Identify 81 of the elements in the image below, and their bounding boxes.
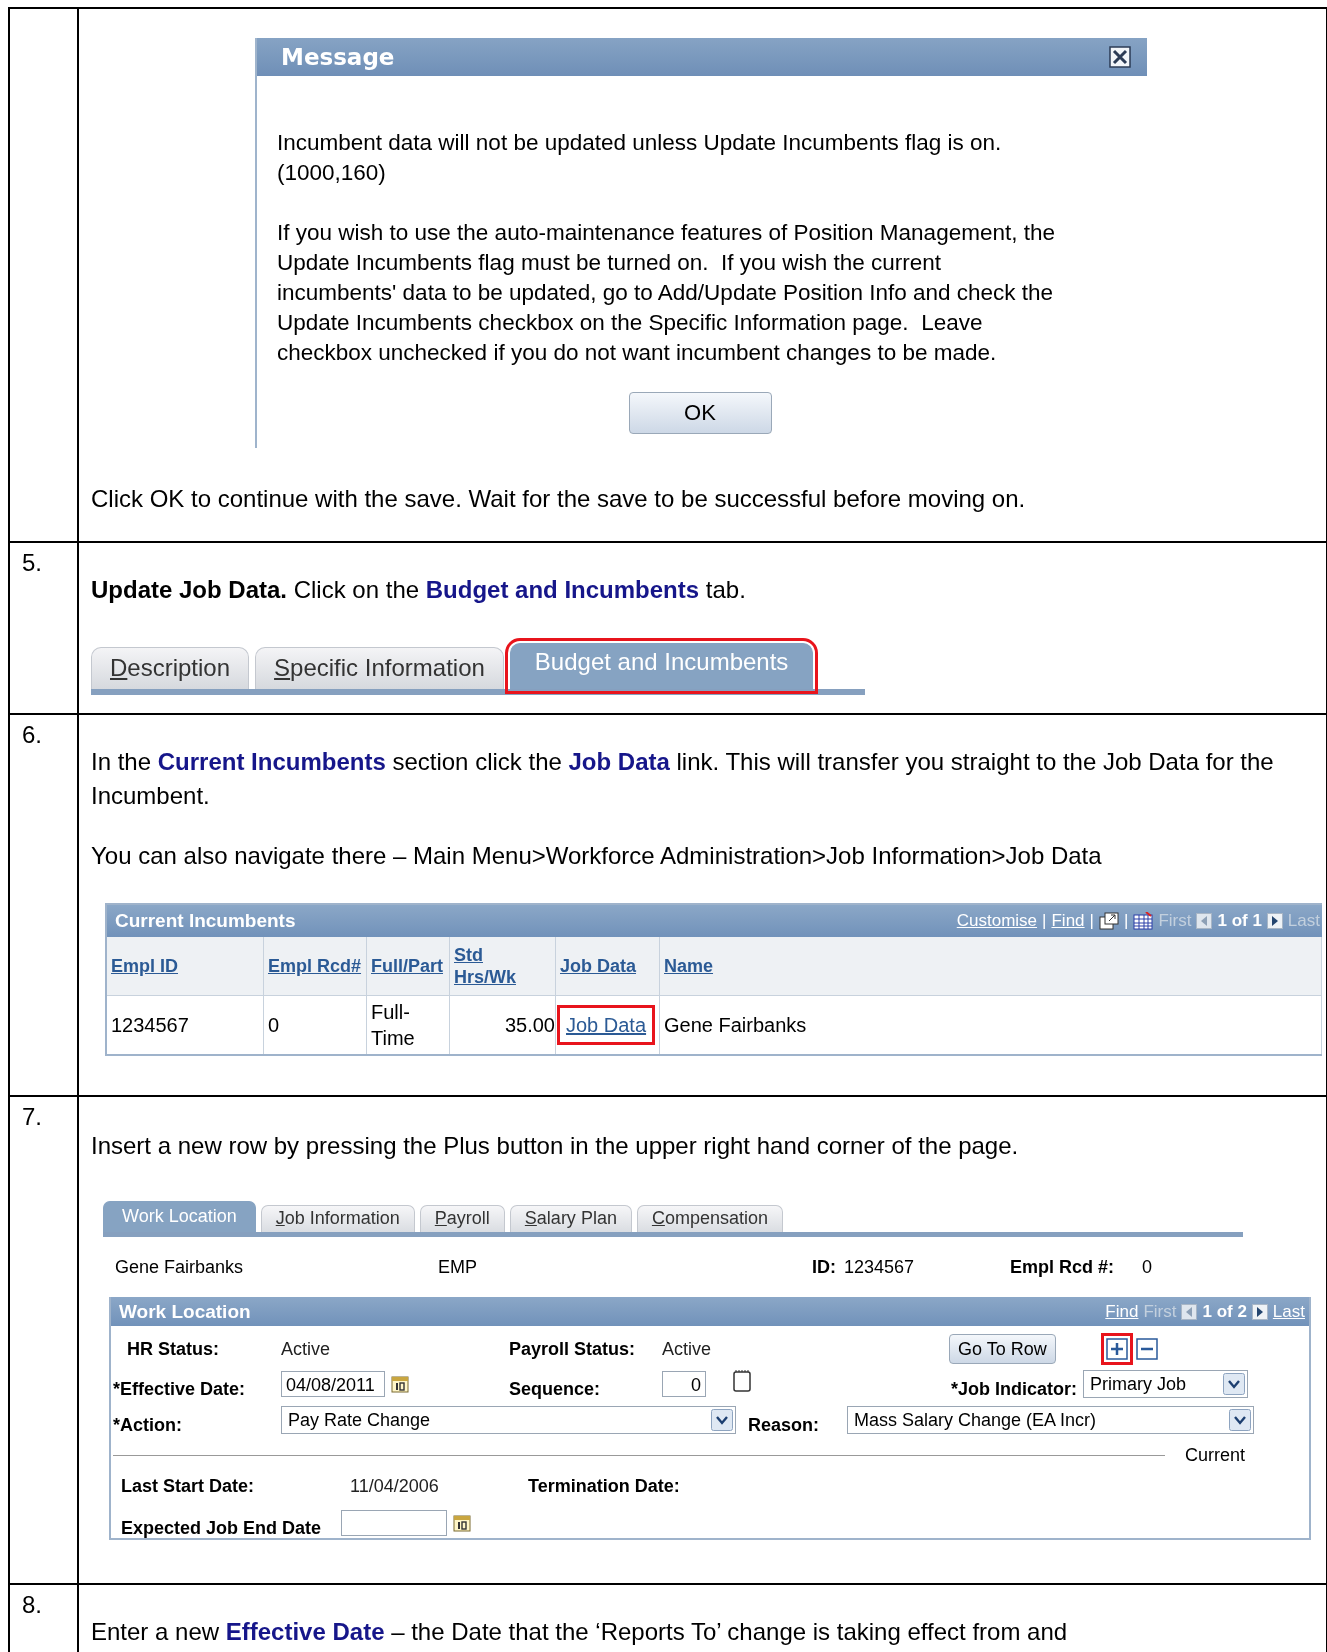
row-counter: 1 of 2 — [1202, 1301, 1247, 1322]
column-header[interactable]: Std Hrs/Wk — [449, 937, 556, 996]
field-value: Active — [281, 1338, 332, 1360]
close-icon[interactable] — [1109, 46, 1131, 68]
message-text: checkbox unchecked if you do not want incumbent changes to be made. — [277, 339, 997, 367]
table-cell-text: Full-Time — [371, 1000, 416, 1051]
column-header[interactable]: Empl Rcd# — [263, 937, 367, 996]
calendar-icon[interactable] — [391, 1375, 409, 1393]
date-field[interactable] — [341, 1510, 447, 1536]
tab[interactable]: Specific Information — [255, 647, 504, 689]
tab[interactable]: Compensation — [636, 1205, 783, 1232]
tab[interactable]: Salary Plan — [509, 1205, 632, 1232]
field-label: Sequence: — [509, 1377, 602, 1400]
table-cell: 1234567 — [111, 1014, 189, 1036]
step-number: 7. — [22, 1103, 42, 1130]
separator: | — [1124, 911, 1129, 931]
spreadsheet-icon[interactable] — [1133, 912, 1154, 930]
employee-type: EMP — [438, 1256, 478, 1278]
job-data-link[interactable]: Job Data — [560, 1008, 653, 1042]
message-text: incumbents' data to be updated, go to Add/Update Position Info and check the — [277, 279, 1054, 307]
field-label: *Action: — [113, 1413, 183, 1436]
go-to-row-button[interactable]: Go To Row — [949, 1334, 1056, 1364]
table-cell: Gene Fairbanks — [664, 1014, 807, 1036]
field-label: ID: — [812, 1256, 836, 1278]
date-field[interactable]: 04/08/2011 — [281, 1371, 385, 1397]
grid-title: Current Incumbents — [115, 910, 296, 932]
message-text: If you wish to use the auto-maintenance features of Position Management, the — [277, 219, 1055, 247]
field-value: 11/04/2006 — [350, 1475, 440, 1497]
field-label: Expected Job End Date — [121, 1516, 323, 1539]
tab[interactable]: Payroll — [419, 1205, 505, 1232]
column-header[interactable]: Job Data — [555, 937, 660, 996]
dropdown[interactable]: Pay Rate Change — [281, 1406, 736, 1434]
separator: | — [1042, 911, 1047, 931]
ok-button[interactable]: OK — [628, 392, 772, 434]
field-value: 0 — [1142, 1256, 1152, 1278]
nav-link: Last — [1287, 911, 1320, 931]
table-cell: 0 — [268, 1014, 280, 1036]
separator: | — [1089, 911, 1094, 931]
field-label: Reason: — [747, 1413, 820, 1436]
message-text: (1000,160) — [277, 159, 386, 187]
field-label: Payroll Status: — [509, 1338, 637, 1360]
minus-icon[interactable] — [1135, 1338, 1158, 1360]
column-header[interactable]: Full/Part — [366, 937, 450, 996]
field-label: Termination Date: — [528, 1475, 680, 1497]
new-window-icon[interactable] — [1099, 912, 1119, 930]
field-label: *Effective Date: — [113, 1377, 247, 1400]
notepad-icon[interactable] — [732, 1369, 752, 1393]
field-label: Last Start Date: — [121, 1475, 256, 1497]
field-label: HR Status: — [126, 1338, 220, 1360]
table-cell: 35.00 — [504, 1014, 555, 1036]
column-header[interactable]: Empl ID — [107, 937, 264, 996]
message-text: Update Incumbents flag must be turned on. If you wish the current — [277, 249, 942, 277]
instruction-text: In the Current Incumbents section click the Job Data link. This will transfer you straight to the Job Data for the Incumbent. — [91, 747, 1275, 811]
field-value: 1234567 — [844, 1256, 916, 1278]
step-number: 6. — [22, 721, 42, 748]
dialog-title: Message — [281, 44, 395, 70]
message-text: Incumbent data will not be updated unless Update Incumbents flag is on. — [277, 129, 1002, 157]
calendar-icon[interactable] — [453, 1514, 471, 1532]
tab[interactable]: Job Information — [260, 1205, 415, 1232]
field-label: Empl Rcd #: — [1010, 1256, 1116, 1278]
employee-name: Gene Fairbanks — [115, 1256, 245, 1278]
section-title: Work Location — [119, 1300, 251, 1323]
tab[interactable]: Description — [91, 647, 250, 689]
divider-label: Current — [1185, 1444, 1246, 1466]
nav-link: First — [1158, 911, 1192, 931]
field-value: Active — [662, 1338, 713, 1360]
column-header[interactable]: Name — [659, 937, 1322, 996]
instruction-text: Enter a new Effective Date – the Date that the ‘Reports To’ change is taking effect from and — [91, 1617, 1069, 1647]
step-number: 8. — [22, 1591, 42, 1618]
dropdown[interactable]: Mass Salary Change (EA Incr) — [847, 1406, 1254, 1434]
nav-link: First — [1143, 1301, 1177, 1322]
instruction-text: Update Job Data. Click on the Budget and Incumbents tab. — [91, 575, 747, 605]
instruction-text: You can also navigate there – Main Menu>Workforce Administration>Job Information>Job Data — [91, 841, 1103, 871]
instruction-text: Click OK to continue with the save. Wait for the save to be successful before moving on. — [91, 484, 1027, 514]
number-field[interactable]: 0 — [662, 1371, 706, 1397]
row-counter: 1 of 1 — [1217, 911, 1262, 931]
field-label: *Job Indicator: — [950, 1377, 1078, 1400]
message-text: Update Incumbents checkbox on the Specific Information page. Leave — [277, 309, 983, 337]
step-number: 5. — [22, 549, 42, 576]
instruction-text: Insert a new row by pressing the Plus button in the upper right hand corner of the page. — [91, 1131, 1020, 1161]
dropdown[interactable]: Primary Job — [1083, 1370, 1248, 1398]
